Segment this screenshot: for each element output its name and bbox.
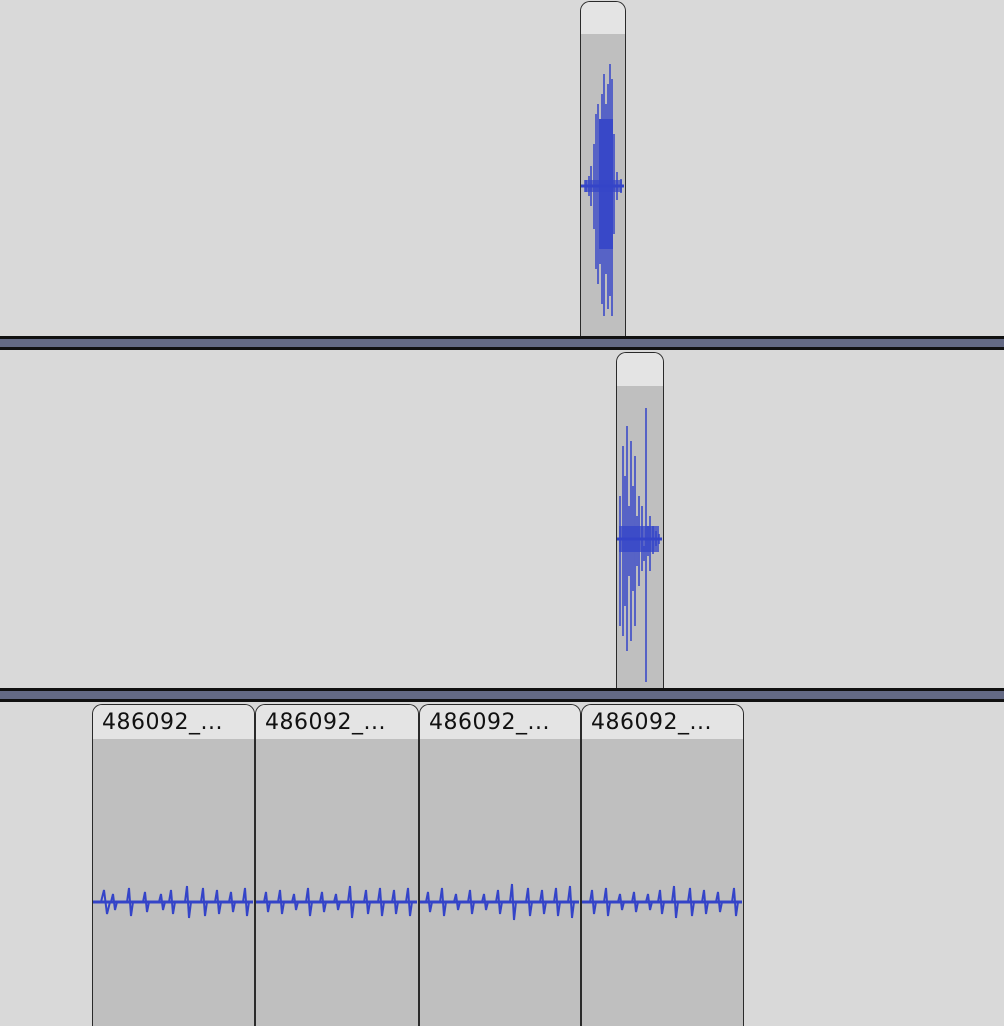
clip-header[interactable]: 486092_... (582, 705, 743, 739)
clip-name: 486092_... (102, 710, 223, 735)
clip-header[interactable]: 486092_... (420, 705, 580, 739)
audio-clip[interactable] (616, 352, 664, 688)
clip-name: 486092_... (591, 710, 712, 735)
track-separator[interactable] (0, 336, 1004, 350)
clip-name: 486092_... (429, 710, 550, 735)
audio-clip[interactable]: 486092_... (581, 704, 744, 1026)
audio-clip[interactable]: 486092_... (92, 704, 255, 1026)
audio-track-3[interactable]: 486092_... 486092_... 486092_... 486092_… (0, 702, 1004, 1026)
clip-name (617, 353, 663, 358)
waveform (93, 885, 253, 919)
track-separator[interactable] (0, 688, 1004, 702)
audio-clip[interactable] (580, 1, 626, 336)
audio-clip[interactable]: 486092_... (419, 704, 581, 1026)
clip-name: 486092_... (265, 710, 386, 735)
audio-track-1[interactable] (0, 0, 1004, 336)
clip-header[interactable] (617, 353, 663, 386)
waveform (420, 883, 579, 921)
clip-header[interactable]: 486092_... (256, 705, 418, 739)
clip-header[interactable] (581, 2, 625, 34)
waveform (581, 64, 624, 316)
audio-clip[interactable]: 486092_... (255, 704, 419, 1026)
waveform (617, 408, 662, 682)
clip-header[interactable]: 486092_... (93, 705, 254, 739)
waveform (256, 885, 417, 919)
clip-name (581, 2, 625, 7)
waveform (582, 885, 742, 919)
audio-track-2[interactable] (0, 350, 1004, 688)
